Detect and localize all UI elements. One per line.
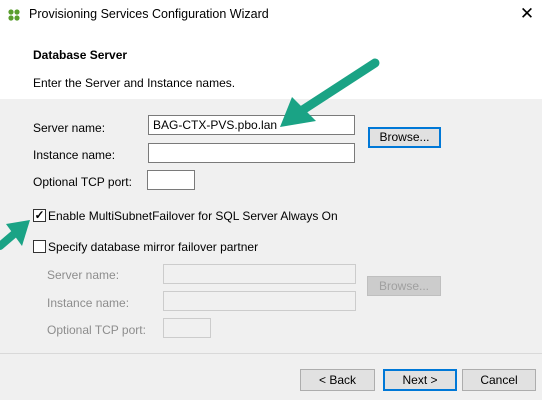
mirror-label[interactable]: Specify database mirror failover partner (48, 240, 258, 254)
citrix-flower-icon (8, 9, 20, 21)
mirror-instance-name-input (163, 291, 356, 311)
page-title: Database Server (33, 48, 128, 62)
mirror-tcp-port-label: Optional TCP port: (47, 323, 146, 337)
checkmark-icon: ✓ (34, 208, 45, 222)
mirror-tcp-port-input (163, 318, 211, 338)
multisubnet-label[interactable]: Enable MultiSubnetFailover for SQL Serve… (48, 209, 338, 223)
next-button[interactable]: Next > (383, 369, 457, 391)
cancel-button[interactable]: Cancel (462, 369, 536, 391)
mirror-server-name-input (163, 264, 356, 284)
mirror-checkbox[interactable] (33, 240, 46, 253)
server-name-label: Server name: (33, 121, 106, 135)
close-icon[interactable]: ✕ (516, 3, 538, 25)
multisubnet-checkbox[interactable]: ✓ (33, 209, 46, 222)
instance-name-input[interactable] (148, 143, 355, 163)
mirror-browse-button: Browse... (367, 276, 441, 296)
mirror-instance-name-label: Instance name: (47, 296, 130, 310)
annotation-arrow-server (280, 58, 380, 127)
back-button[interactable]: < Back (300, 369, 375, 391)
mirror-server-name-label: Server name: (47, 268, 120, 282)
tcp-port-input[interactable] (147, 170, 195, 190)
annotation-arrow-checkbox (0, 220, 30, 250)
instance-name-label: Instance name: (33, 148, 116, 162)
footer-divider (0, 353, 542, 354)
page-subtitle: Enter the Server and Instance names. (33, 76, 236, 90)
window-title: Provisioning Services Configuration Wiza… (29, 7, 269, 21)
tcp-port-label: Optional TCP port: (33, 175, 132, 189)
